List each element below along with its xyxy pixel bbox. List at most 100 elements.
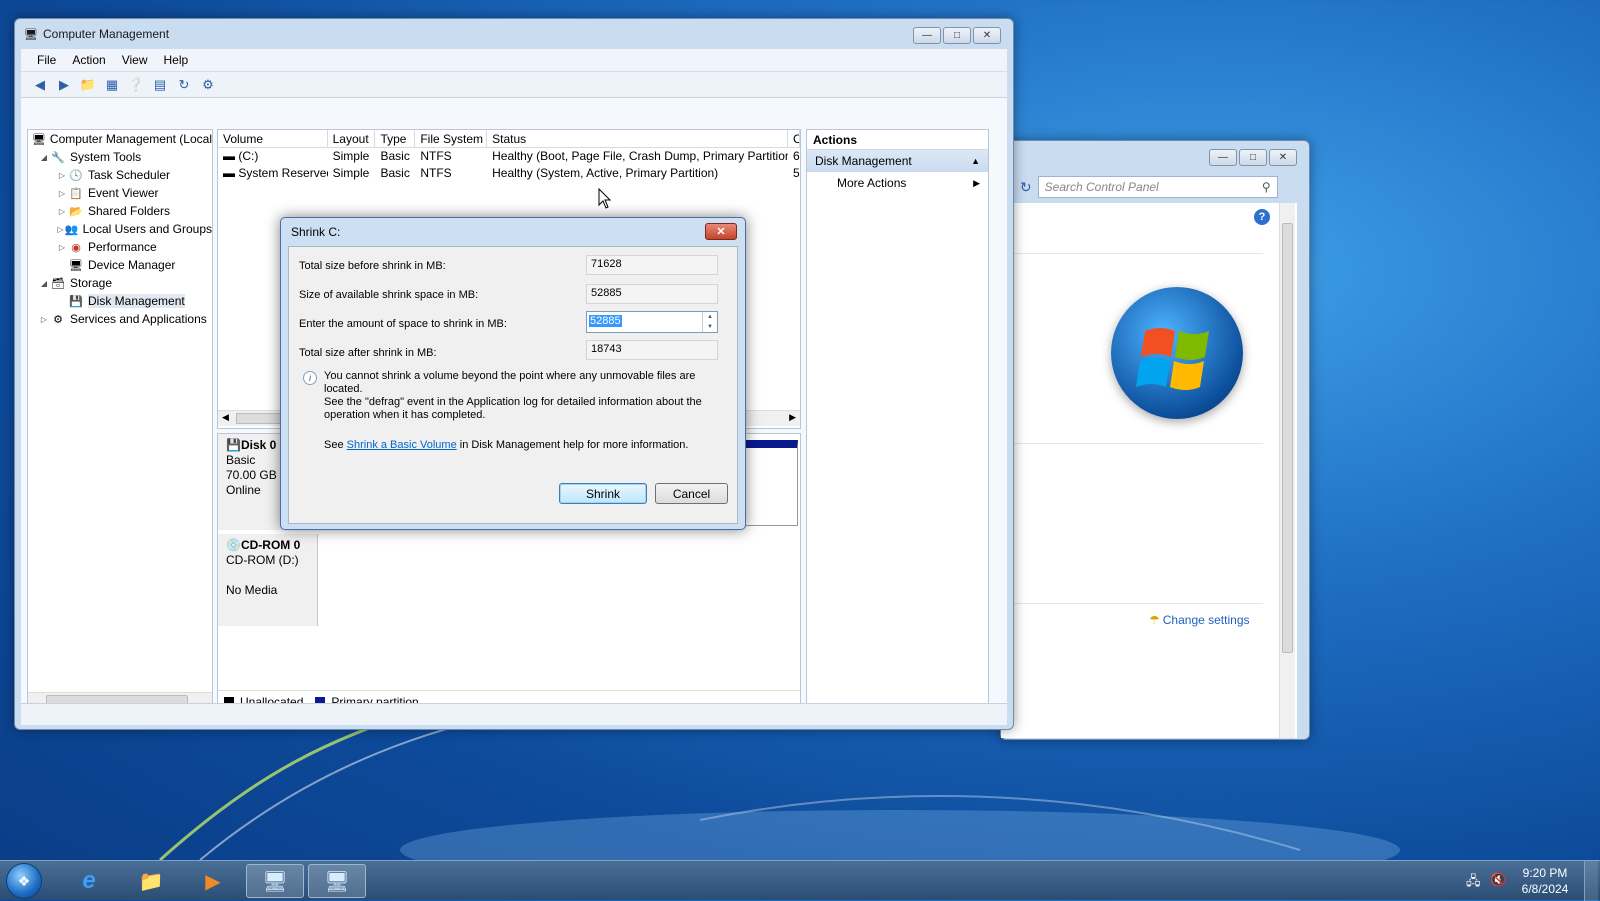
total-after-value: 18743 [586,340,718,360]
column-capacity[interactable]: C [788,130,801,147]
expand-icon[interactable]: ▷ [38,315,50,324]
refresh-icon[interactable]: ↻ [1020,179,1032,196]
expand-icon[interactable]: ▷ [56,189,68,198]
dialog-close-button[interactable]: ✕ [705,223,737,240]
total-after-label: Total size after shrink in MB: [299,347,437,359]
volume-muted-icon[interactable]: 🔇 [1490,872,1506,888]
collapse-icon[interactable]: ◢ [38,279,50,288]
clock[interactable]: 9:20 PM 6/8/2024 [1512,865,1578,897]
available-space-value: 52885 [586,284,718,304]
dialog-title: Shrink C: [291,225,341,239]
properties-icon[interactable]: ▤ [151,76,169,94]
shrink-amount-label: Enter the amount of space to shrink in M… [299,318,507,330]
column-file-system[interactable]: File System [415,130,488,147]
show-hide-tree-icon[interactable]: ▦ [103,76,121,94]
show-desktop-button[interactable] [1584,861,1598,901]
actions-pane: Actions Disk Management ▲ More Actions ▶ [806,129,989,716]
cancel-button[interactable]: Cancel [655,483,728,504]
maximize-icon[interactable]: □ [943,27,971,44]
search-input[interactable]: Search Control Panel ⚲ [1037,176,1278,198]
expand-icon[interactable]: ▷ [56,207,68,216]
disk-icon: 💾 [226,438,241,452]
column-layout[interactable]: Layout [328,130,376,147]
control-panel-window[interactable]: — □ ✕ ▼ ↻ Search Control Panel ⚲ ? ☂ Cha… [1000,140,1310,740]
taskbar-internet-explorer[interactable]: e [60,864,118,898]
disk-icon: 💾 [69,295,83,308]
close-icon[interactable]: ✕ [1269,149,1297,166]
computer-management-titlebar[interactable]: 🖥 Computer Management [15,19,1013,49]
actions-section-disk-management[interactable]: Disk Management ▲ [807,150,988,172]
shrink-button[interactable]: Shrink [559,483,647,504]
menu-action[interactable]: Action [72,53,105,67]
tree-item-event-viewer[interactable]: ▷ 📋 Event Viewer [28,184,212,202]
taskbar-explorer[interactable]: 📁 [122,864,180,898]
more-actions-item[interactable]: More Actions ▶ [807,172,988,194]
search-icon[interactable]: ⚲ [1262,180,1271,194]
tree-item-system-tools[interactable]: ◢ 🔧 System Tools [28,148,212,166]
control-panel-addressbar: ▼ ↻ Search Control Panel ⚲ [1001,175,1309,199]
tree-item-services[interactable]: ▷ ⚙ Services and Applications [28,310,212,328]
shrink-amount-stepper[interactable]: 52885 ▲ ▼ [586,311,718,333]
tree-item-task-scheduler[interactable]: ▷ 🕓 Task Scheduler [28,166,212,184]
navigation-tree: 🖥 Computer Management (Local ◢ 🔧 System Too… [27,129,213,709]
expand-icon[interactable]: ▷ [56,171,68,180]
table-row[interactable]: ▬ (C:) Simple Basic NTFS Healthy (Boot, … [218,148,800,165]
volume-list-header: Volume Layout Type File System Status C [218,130,801,148]
tree-item-performance[interactable]: ▷ ◉ Performance [28,238,212,256]
maximize-icon[interactable]: □ [1239,149,1267,166]
menu-view[interactable]: View [122,53,148,67]
up-folder-icon[interactable]: 📁 [79,76,97,94]
forward-icon[interactable]: ▶ [55,76,73,94]
tree-item-storage[interactable]: ◢ 🗃 Storage [28,274,212,292]
taskbar-control-panel[interactable]: 🖥 [246,864,304,898]
help-icon[interactable]: ? [1254,209,1270,225]
menu-bar: File Action View Help [21,49,1007,72]
shrink-help-link[interactable]: Shrink a Basic Volume [347,439,457,451]
tree-item-disk-management[interactable]: 💾 Disk Management [28,292,212,310]
device-manager-icon: 🖥 [69,259,83,272]
help-book-icon[interactable]: ❔ [127,76,145,94]
cdrom-info[interactable]: 💿CD-ROM 0 CD-ROM (D:) No Media [218,534,318,626]
back-icon[interactable]: ◀ [31,76,49,94]
column-volume[interactable]: Volume [218,130,328,147]
shared-folder-icon: 📂 [69,205,83,218]
table-row[interactable]: ▬ System Reserved Simple Basic NTFS Heal… [218,165,800,182]
close-icon: ✕ [716,226,726,238]
total-before-value: 71628 [586,255,718,275]
refresh-icon[interactable]: ↻ [175,76,193,94]
network-icon[interactable]: 🖧 [1466,872,1481,894]
expand-icon[interactable]: ▷ [56,243,68,252]
start-button[interactable]: ❖ [6,863,42,899]
minimize-icon[interactable]: — [1209,149,1237,166]
spin-up-icon[interactable]: ▲ [702,312,717,322]
tree-item-root[interactable]: 🖥 Computer Management (Local [28,130,212,148]
tree-item-shared-folders[interactable]: ▷ 📂 Shared Folders [28,202,212,220]
close-icon[interactable]: ✕ [973,27,1001,44]
column-status[interactable]: Status [487,130,789,147]
minimize-icon[interactable]: — [913,27,941,44]
collapse-arrow-icon[interactable]: ▲ [971,156,980,166]
collapse-icon[interactable]: ◢ [38,153,50,162]
tree-item-device-manager[interactable]: 🖥 Device Manager [28,256,212,274]
change-settings-link[interactable]: ☂ Change settings [1149,613,1250,627]
spin-down-icon[interactable]: ▼ [702,322,717,332]
tree-item-local-users[interactable]: ▷ 👥 Local Users and Groups [28,220,212,238]
shrink-dialog[interactable]: Shrink C: ✕ Total size before shrink in … [280,217,746,530]
taskbar-computer-management[interactable]: 🖥 [308,864,366,898]
settings-icon[interactable]: ⚙ [199,76,217,94]
info-text: You cannot shrink a volume beyond the po… [324,370,702,421]
vertical-scrollbar[interactable] [1279,203,1295,738]
control-panel-content: ? ☂ Change settings [1001,203,1297,738]
taskbar-media-player[interactable]: ▶ [184,864,242,898]
column-type[interactable]: Type [375,130,416,147]
menu-help[interactable]: Help [164,53,189,67]
drive-icon: ▬ [223,166,239,180]
menu-file[interactable]: File [37,53,56,67]
shrink-amount-input[interactable]: 52885 [589,315,622,327]
windows-logo [1111,287,1243,419]
computer-management-icon: 🖥 [324,870,350,893]
users-icon: 👥 [64,223,79,236]
expand-icon[interactable]: ▷ [56,225,65,234]
control-panel-caption-buttons: — □ ✕ [1209,149,1297,166]
drive-icon: ▬ [223,149,239,163]
